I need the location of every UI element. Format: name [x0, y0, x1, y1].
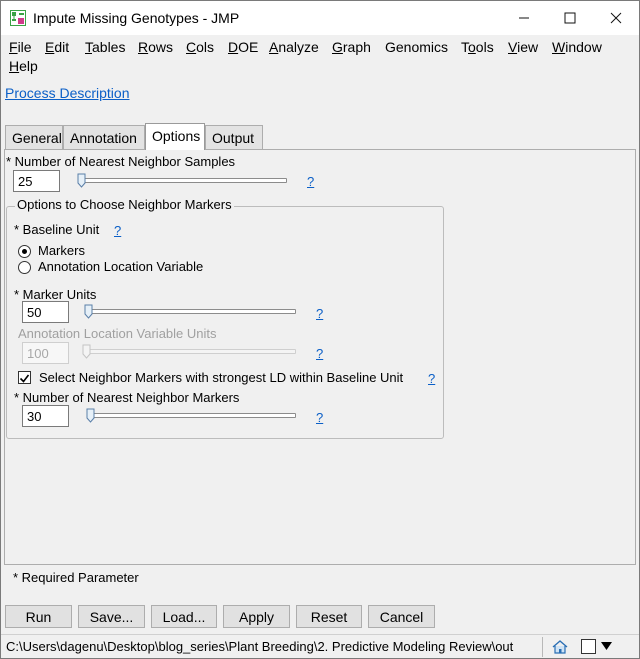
- app-window: Impute Missing Genotypes - JMP File Edit…: [0, 0, 640, 659]
- tab-options[interactable]: Options: [145, 123, 205, 150]
- menu-analyze[interactable]: Analyze: [269, 39, 319, 55]
- radio-markers-label: Markers: [38, 243, 85, 258]
- title-bar: Impute Missing Genotypes - JMP: [1, 1, 639, 35]
- nn-samples-label: * Number of Nearest Neighbor Samples: [6, 154, 236, 169]
- window-icon[interactable]: [581, 639, 596, 654]
- apply-button[interactable]: Apply: [223, 605, 290, 628]
- baseline-unit-help-link[interactable]: ?: [114, 223, 121, 238]
- menu-tools[interactable]: Tools: [461, 39, 494, 55]
- home-icon[interactable]: [552, 640, 568, 654]
- window-title: Impute Missing Genotypes - JMP: [33, 10, 240, 26]
- close-icon: [610, 12, 622, 24]
- marker-units-label: * Marker Units: [14, 287, 97, 302]
- annotation-units-help-link[interactable]: ?: [316, 346, 323, 361]
- checkmark-icon: [19, 374, 30, 383]
- menu-view[interactable]: View: [508, 39, 538, 55]
- maximize-button[interactable]: [547, 1, 593, 35]
- maximize-icon: [564, 12, 576, 24]
- neighbor-markers-group-title: Options to Choose Neighbor Markers: [15, 197, 234, 212]
- menu-edit[interactable]: Edit: [45, 39, 69, 55]
- menu-doe[interactable]: DOE: [228, 39, 258, 55]
- tab-output[interactable]: Output: [205, 125, 263, 150]
- menu-rows[interactable]: Rows: [138, 39, 173, 55]
- close-button[interactable]: [593, 1, 639, 35]
- nn-markers-label: * Number of Nearest Neighbor Markers: [14, 390, 240, 405]
- nn-markers-input[interactable]: 30: [22, 405, 69, 427]
- strongest-ld-checkbox[interactable]: [18, 371, 31, 384]
- radio-annotation-location[interactable]: [18, 261, 31, 274]
- process-description-link[interactable]: Process Description: [5, 85, 130, 101]
- annotation-units-label: Annotation Location Variable Units: [18, 326, 217, 341]
- nn-samples-input[interactable]: 25: [13, 170, 60, 192]
- required-parameter-note: * Required Parameter: [13, 570, 139, 585]
- run-button[interactable]: Run: [5, 605, 72, 628]
- menu-help[interactable]: Help: [9, 58, 38, 74]
- menu-graph[interactable]: Graph: [332, 39, 371, 55]
- marker-units-help-link[interactable]: ?: [316, 306, 323, 321]
- baseline-unit-label: * Baseline Unit: [14, 222, 100, 237]
- menu-file[interactable]: File: [9, 39, 32, 55]
- radio-markers[interactable]: [18, 245, 31, 258]
- minimize-icon: [519, 17, 529, 19]
- strongest-ld-label: Select Neighbor Markers with strongest L…: [39, 370, 404, 385]
- status-bar: C:\Users\dagenu\Desktop\blog_series\Plan…: [1, 634, 639, 658]
- reset-button[interactable]: Reset: [296, 605, 362, 628]
- minimize-button[interactable]: [501, 1, 547, 35]
- tab-annotation[interactable]: Annotation: [63, 125, 145, 150]
- marker-units-slider-track[interactable]: [88, 309, 296, 314]
- nn-markers-slider-thumb[interactable]: [86, 408, 95, 423]
- menu-cols[interactable]: Cols: [186, 39, 214, 55]
- menu-tables[interactable]: Tables: [85, 39, 125, 55]
- annotation-units-slider-thumb[interactable]: [82, 344, 91, 359]
- menu-bar: File Edit Tables Rows Cols DOE Analyze G…: [1, 35, 639, 77]
- strongest-ld-help-link[interactable]: ?: [428, 371, 435, 386]
- annotation-units-input[interactable]: 100: [22, 342, 69, 364]
- menu-genomics[interactable]: Genomics: [385, 39, 448, 55]
- menu-window[interactable]: Window: [552, 39, 602, 55]
- status-separator: [542, 637, 543, 657]
- marker-units-slider-thumb[interactable]: [84, 304, 93, 319]
- nn-samples-slider-thumb[interactable]: [77, 173, 86, 188]
- load-button[interactable]: Load...: [151, 605, 217, 628]
- radio-annotation-location-label: Annotation Location Variable: [38, 259, 204, 274]
- jmp-app-icon: [10, 10, 26, 26]
- nn-markers-slider-track[interactable]: [88, 413, 296, 418]
- nn-markers-help-link[interactable]: ?: [316, 410, 323, 425]
- cancel-button[interactable]: Cancel: [368, 605, 435, 628]
- marker-units-input[interactable]: 50: [22, 301, 69, 323]
- annotation-units-slider-track[interactable]: [88, 349, 296, 354]
- nn-samples-slider-track[interactable]: [79, 178, 287, 183]
- nn-samples-help-link[interactable]: ?: [307, 174, 314, 189]
- triangle-down-icon[interactable]: [601, 642, 612, 651]
- status-path: C:\Users\dagenu\Desktop\blog_series\Plan…: [6, 639, 514, 654]
- save-button[interactable]: Save...: [78, 605, 145, 628]
- tab-general[interactable]: General: [5, 125, 63, 150]
